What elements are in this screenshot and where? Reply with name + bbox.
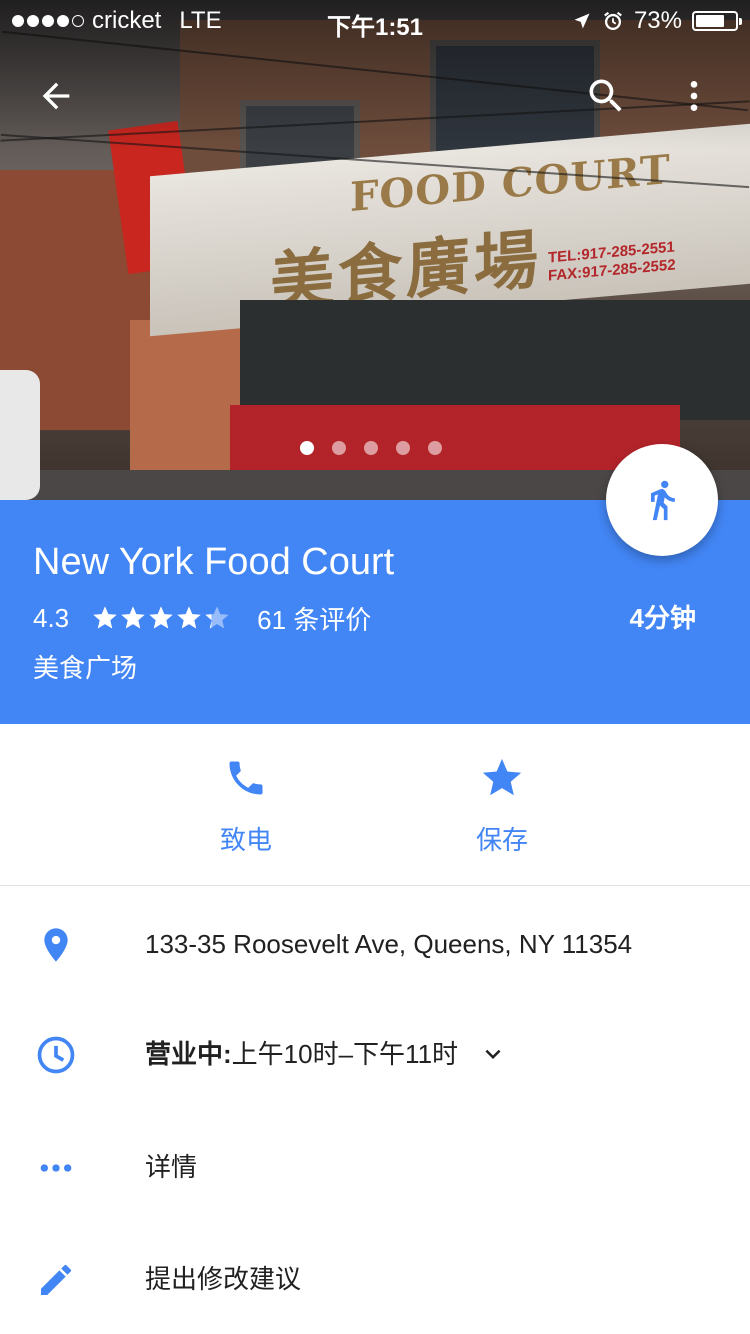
action-bar: 致电 保存 — [0, 724, 750, 886]
search-button[interactable] — [576, 66, 636, 126]
battery-percent: 73% — [633, 7, 682, 34]
review-count: 61 条评价 — [257, 604, 372, 635]
place-photo[interactable]: FOOD COURT 美食廣場 TEL:917-285-2551 FAX:917… — [0, 0, 750, 500]
address-text: 133-35 Roosevelt Ave, Queens, NY 11354 — [145, 929, 633, 959]
edit-pencil-icon — [41, 1264, 72, 1295]
place-category: 美食广场 — [33, 653, 138, 683]
address-row[interactable]: 133-35 Roosevelt Ave, Queens, NY 11354 — [0, 903, 750, 983]
rating-star-icon — [121, 606, 145, 629]
arrow-back-icon — [42, 82, 70, 110]
details-text: 详情 — [145, 1152, 198, 1182]
location-pin-icon — [44, 928, 68, 962]
pager-dot[interactable] — [364, 441, 378, 455]
suggest-edit-text: 提出修改建议 — [145, 1264, 302, 1294]
hours-status: 营业中: — [145, 1039, 232, 1069]
search-icon — [589, 79, 622, 112]
photo-shopfront — [240, 300, 750, 420]
more-vert-icon — [690, 81, 698, 111]
save-button[interactable]: 保存 — [422, 754, 582, 857]
back-button[interactable] — [26, 66, 86, 126]
rating-star-icon — [205, 606, 229, 629]
rating-star-icon — [177, 606, 201, 629]
chevron-down-icon — [485, 1049, 501, 1059]
save-label: 保存 — [475, 825, 528, 855]
rating-value: 4.3 — [33, 602, 70, 633]
rating-stars — [91, 604, 231, 632]
place-title: New York Food Court — [33, 541, 395, 583]
travel-time: 4分钟 — [629, 603, 696, 633]
more-horiz-icon — [40, 1164, 72, 1172]
details-row[interactable]: 详情 — [0, 1126, 750, 1206]
more-options-button[interactable] — [664, 66, 724, 126]
walk-icon — [651, 480, 675, 521]
rating-star-icon — [93, 606, 117, 629]
call-button[interactable]: 致电 — [166, 754, 326, 857]
hours-row[interactable]: 营业中: 上午10时–下午11时 — [0, 1013, 750, 1093]
pager-dot[interactable] — [300, 441, 314, 455]
pager-dot[interactable] — [332, 441, 346, 455]
status-bar: cricket LTE 下午1:51 73% — [0, 0, 750, 41]
directions-fab[interactable] — [606, 444, 718, 556]
clock-icon — [37, 1036, 75, 1074]
pager-dot[interactable] — [396, 441, 410, 455]
battery-icon — [692, 11, 742, 31]
phone-icon — [229, 761, 263, 795]
suggest-edit-row[interactable]: 提出修改建议 — [0, 1238, 750, 1318]
location-arrow-icon — [574, 13, 590, 29]
photo-vehicle — [0, 370, 40, 500]
call-label: 致电 — [219, 825, 272, 855]
hours-range: 上午10时–下午11时 — [231, 1039, 459, 1069]
status-right: 73% — [572, 7, 742, 35]
hours-text: 营业中: 上午10时–下午11时 — [145, 1037, 508, 1071]
pager-dot[interactable] — [428, 441, 442, 455]
rating-row[interactable]: 4.3 61 条评价 — [33, 600, 371, 636]
alarm-icon — [604, 11, 622, 30]
expand-hours-button[interactable] — [478, 1039, 508, 1069]
photo-pager — [300, 441, 442, 455]
star-icon — [482, 758, 522, 796]
rating-star-icon — [149, 606, 173, 629]
